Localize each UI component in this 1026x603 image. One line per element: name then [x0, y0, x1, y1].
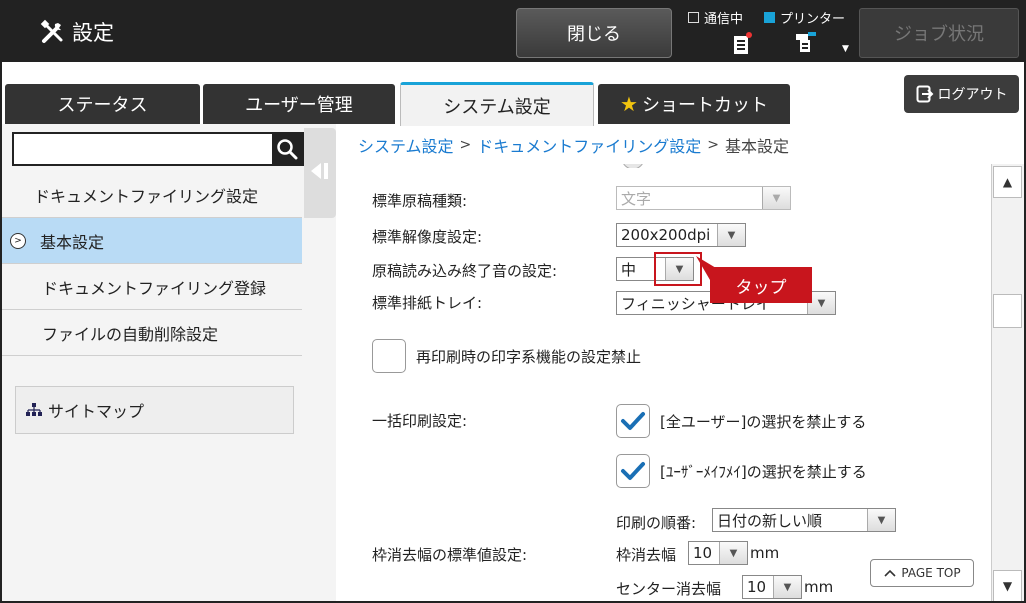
print-order-select[interactable]: 日付の新しい順 ▼: [712, 508, 896, 532]
comm-status: 通信中: [688, 8, 743, 27]
tab-system-settings[interactable]: システム設定: [400, 82, 594, 126]
center-erase-value: 10: [747, 578, 767, 596]
app-title-text: 設定: [72, 21, 114, 45]
tap-callout: タップ: [710, 267, 812, 303]
header-bar: 設定 閉じる 通信中 プリンター ▼ ジョブ状況: [2, 2, 1024, 62]
center-erase-unit: mm: [804, 578, 834, 596]
frame-erase-value: 10: [693, 544, 713, 562]
sidebar-item-document-filing-settings[interactable]: ドキュメントファイリング設定: [2, 172, 302, 218]
chevron-down-icon: ▼: [762, 187, 790, 209]
sidebar-item-label: ドキュメントファイリング設定: [34, 186, 259, 206]
all-users-checkbox[interactable]: [616, 404, 650, 438]
close-button[interactable]: 閉じる: [516, 8, 672, 58]
search-input[interactable]: [14, 134, 272, 164]
search-box: [12, 132, 304, 166]
logout-icon: [916, 85, 933, 103]
scroll-thumb[interactable]: [993, 294, 1022, 328]
original-type-select[interactable]: 文字 ▼: [616, 186, 791, 210]
frame-erase-unit: mm: [750, 544, 780, 562]
settings-window: 設定 閉じる 通信中 プリンター ▼ ジョブ状況 ステータス ユーザー管理 シス…: [0, 0, 1026, 603]
breadcrumb-system-settings[interactable]: システム設定: [358, 133, 454, 157]
sidebar-item-document-filing-registration[interactable]: ドキュメントファイリング登録: [2, 264, 302, 310]
chevron-right-circle-icon: >: [10, 232, 26, 249]
resolution-label: 標準解像度設定:: [372, 228, 483, 246]
tools-icon: [40, 19, 63, 43]
erase-width-label: 枠消去幅の標準値設定:: [372, 546, 528, 564]
app-title: 設定: [38, 16, 114, 48]
search-icon: [277, 139, 298, 160]
breadcrumb: システム設定 > ドキュメントファイリング設定 > 基本設定: [358, 132, 789, 158]
printer-status: プリンター: [764, 8, 845, 27]
scroll-up-button[interactable]: ▲: [993, 166, 1022, 198]
search-button[interactable]: [272, 134, 302, 164]
sidebar: ドキュメントファイリング設定 > 基本設定 ドキュメントファイリング登録 ファイ…: [2, 124, 336, 601]
logout-label: ログアウト: [937, 87, 1008, 103]
comm-indicator-icon: [688, 12, 699, 23]
star-icon: ★: [620, 92, 638, 116]
user-unknown-label: [ﾕｰｻﾞｰﾒｲﾌﾒｲ]の選択を禁止する: [660, 463, 867, 481]
printer-queue-icon: [796, 32, 816, 52]
sidebar-item-label: 基本設定: [40, 232, 105, 252]
sidebar-item-label: ドキュメントファイリング登録: [42, 278, 267, 298]
sidebar-item-label: ファイルの自動削除設定: [42, 324, 219, 344]
resolution-select[interactable]: 200x200dpi ▼: [616, 223, 746, 247]
page-top-label: PAGE TOP: [901, 566, 961, 580]
center-erase-select[interactable]: 10 ▼: [742, 575, 802, 599]
collapse-left-icon: [311, 163, 328, 179]
reprint-disable-label: 再印刷時の印字系機能の設定禁止: [416, 348, 642, 366]
scroll-down-button[interactable]: ▼: [993, 570, 1022, 601]
triangle-up-icon: ▲: [1002, 175, 1013, 189]
tab-bar: ステータス ユーザー管理 システム設定 ★ ショートカット ログアウト: [2, 62, 1024, 126]
tab-status[interactable]: ステータス: [5, 84, 200, 124]
print-order-value: 日付の新しい順: [717, 511, 823, 530]
checkmark-icon: [621, 412, 645, 430]
center-erase-label: センター消去幅: [616, 580, 722, 598]
scan-end-sound-label: 原稿読み込み終了音の設定:: [372, 262, 558, 280]
chevron-up-icon: [884, 569, 896, 577]
device-status[interactable]: 通信中 プリンター ▼: [686, 6, 854, 58]
tab-shortcut[interactable]: ★ ショートカット: [598, 84, 790, 124]
chevron-down-icon: ▼: [842, 44, 849, 54]
original-type-label: 標準原稿種類:: [372, 192, 468, 210]
page-top-button[interactable]: PAGE TOP: [870, 559, 974, 587]
breadcrumb-document-filing-settings[interactable]: ドキュメントファイリング設定: [477, 133, 701, 157]
fax-document-icon: [734, 32, 752, 54]
sitemap-button[interactable]: サイトマップ: [15, 386, 294, 434]
frame-erase-label: 枠消去幅: [616, 546, 677, 564]
comm-status-label: 通信中: [704, 12, 744, 27]
user-unknown-checkbox[interactable]: [616, 454, 650, 488]
tab-shortcut-label: ショートカット: [641, 95, 768, 116]
breadcrumb-separator: >: [459, 137, 472, 153]
reprint-disable-checkbox[interactable]: [372, 339, 406, 373]
sitemap-icon: [26, 403, 42, 416]
tab-user-management[interactable]: ユーザー管理: [203, 84, 395, 124]
resolution-value: 200x200dpi: [621, 226, 711, 244]
tap-highlight-box: [654, 252, 702, 286]
chevron-down-icon: ▼: [773, 576, 801, 598]
all-users-label: [全ユーザー]の選択を禁止する: [660, 413, 867, 431]
batch-print-label: 一括印刷設定:: [372, 412, 468, 430]
sidebar-item-auto-delete-settings[interactable]: ファイルの自動削除設定: [2, 310, 302, 356]
checkmark-icon: [621, 462, 645, 480]
print-order-label: 印刷の順番:: [616, 514, 697, 532]
chevron-down-icon: ▼: [867, 509, 895, 531]
settings-form: 標準原稿種類: 文字 ▼ 標準解像度設定: 200x200dpi ▼ 原稿読み込…: [336, 164, 991, 601]
chevron-down-icon: ▼: [719, 542, 747, 564]
breadcrumb-separator: >: [707, 137, 720, 153]
vertical-scrollbar[interactable]: ▲ ▼: [991, 164, 1024, 601]
sidebar-item-basic-settings[interactable]: > 基本設定: [2, 218, 302, 264]
original-type-value: 文字: [621, 189, 652, 208]
sitemap-label: サイトマップ: [48, 402, 145, 421]
job-status-button[interactable]: ジョブ状況: [859, 8, 1019, 58]
triangle-down-icon: ▼: [1002, 579, 1013, 593]
frame-erase-select[interactable]: 10 ▼: [688, 541, 748, 565]
printer-status-label: プリンター: [780, 12, 846, 27]
printer-indicator-icon: [764, 12, 775, 23]
partial-control-icon: [623, 164, 643, 168]
logout-button[interactable]: ログアウト: [904, 75, 1019, 113]
output-tray-label: 標準排紙トレイ:: [372, 294, 483, 312]
sidebar-collapse-button[interactable]: [304, 128, 336, 218]
breadcrumb-current: 基本設定: [725, 137, 790, 156]
chevron-down-icon: ▼: [717, 224, 745, 246]
